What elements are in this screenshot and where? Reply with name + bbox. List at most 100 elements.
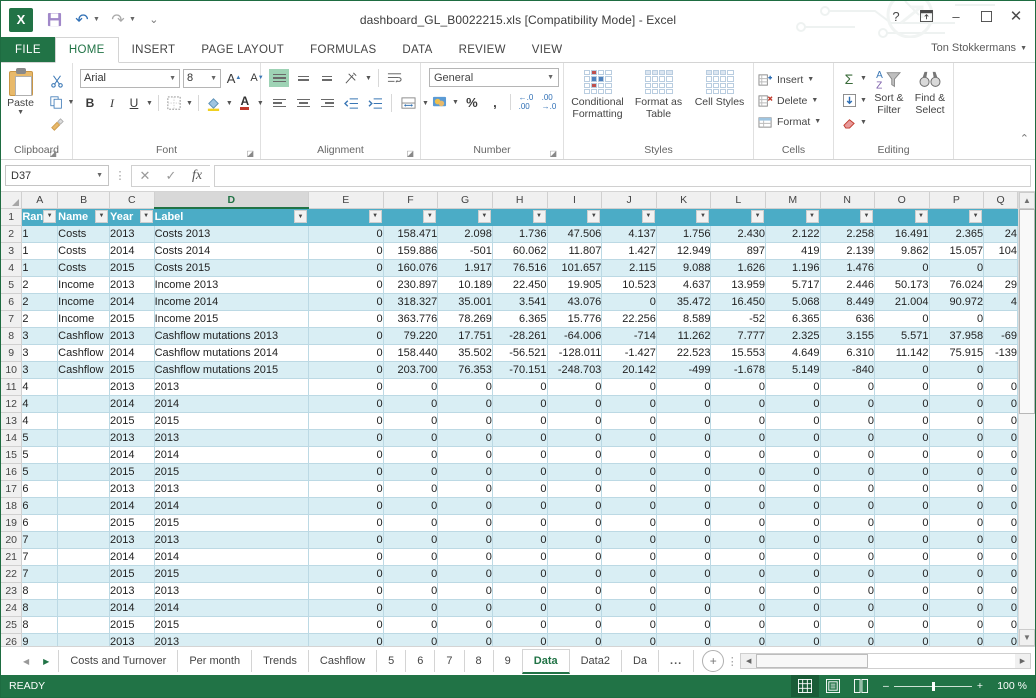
- table-cell[interactable]: 0: [601, 531, 657, 549]
- conditional-formatting-button[interactable]: Conditional Formatting: [568, 70, 627, 120]
- filter-dropdown-icon[interactable]: ▼: [914, 209, 928, 223]
- align-center-button[interactable]: [293, 94, 313, 112]
- table-cell[interactable]: 2013: [154, 531, 309, 549]
- table-cell[interactable]: 76.353: [437, 361, 493, 379]
- name-box[interactable]: D37 ▼: [5, 165, 109, 186]
- table-cell[interactable]: 3: [21, 344, 59, 362]
- table-cell[interactable]: 2013: [154, 582, 309, 600]
- table-cell[interactable]: 3: [21, 361, 59, 379]
- table-cell[interactable]: 0: [308, 276, 384, 294]
- table-cell[interactable]: 5: [21, 463, 59, 481]
- table-header-cell[interactable]: ▼: [601, 208, 657, 226]
- table-cell[interactable]: 16.491: [874, 225, 930, 243]
- table-cell[interactable]: 0: [547, 429, 603, 447]
- row-header-5[interactable]: 5: [1, 276, 23, 294]
- table-cell[interactable]: 0: [601, 548, 657, 566]
- row-header-1[interactable]: 1: [1, 208, 23, 226]
- table-cell[interactable]: Cashflow mutations 2014: [154, 344, 309, 362]
- table-cell[interactable]: 0: [820, 429, 875, 447]
- table-cell[interactable]: 0: [437, 582, 493, 600]
- paste-button[interactable]: Paste ▼: [0, 68, 43, 116]
- table-cell[interactable]: 0: [710, 480, 767, 498]
- table-cell[interactable]: 2: [21, 310, 59, 328]
- table-cell[interactable]: 0: [383, 633, 439, 646]
- table-cell[interactable]: 0: [765, 616, 821, 634]
- spreadsheet-table[interactable]: ABCDEFGHIJKLMNOPQ 1 Rank ▼ Name ▼ Year ▼ Label ▼…: [1, 192, 1018, 646]
- table-cell[interactable]: 0: [437, 480, 493, 498]
- table-cell[interactable]: 0: [656, 531, 712, 549]
- table-cell[interactable]: 203.700: [383, 361, 439, 379]
- account-dropdown-icon[interactable]: ▼: [1020, 45, 1027, 52]
- table-cell[interactable]: 0: [308, 327, 384, 345]
- table-cell[interactable]: 0: [383, 531, 439, 549]
- filter-dropdown-icon[interactable]: ▼: [587, 209, 601, 223]
- table-cell[interactable]: 0: [308, 259, 384, 277]
- ribbon-tab-home[interactable]: HOME: [54, 37, 119, 63]
- table-cell[interactable]: 0: [437, 565, 493, 583]
- column-header-d[interactable]: D: [154, 192, 309, 209]
- table-cell[interactable]: 0: [710, 514, 767, 532]
- table-cell[interactable]: 2014: [109, 242, 155, 260]
- table-cell[interactable]: [983, 310, 1018, 328]
- table-cell[interactable]: 230.897: [383, 276, 439, 294]
- table-cell[interactable]: 0: [874, 446, 930, 464]
- table-cell[interactable]: 2013: [154, 429, 309, 447]
- table-cell[interactable]: 0: [308, 463, 384, 481]
- table-cell[interactable]: Cashflow mutations 2015: [154, 361, 309, 379]
- table-row[interactable]: 2 1 Costs 2013 Costs 2013 0 158.471 2.098 1.736 4…: [1, 225, 1018, 243]
- window-controls[interactable]: ? – ✕: [881, 3, 1031, 29]
- zoom-out-button[interactable]: –: [883, 680, 889, 692]
- autosum-dropdown-icon[interactable]: ▼: [860, 75, 867, 82]
- insert-cells-button[interactable]: Insert ▼: [758, 69, 814, 90]
- table-cell[interactable]: 0: [383, 548, 439, 566]
- table-cell[interactable]: 0: [710, 429, 767, 447]
- table-cell[interactable]: [57, 514, 111, 532]
- table-cell[interactable]: 0: [874, 599, 930, 617]
- vertical-scroll-track[interactable]: [1019, 209, 1035, 629]
- table-cell[interactable]: 37.958: [929, 327, 985, 345]
- table-cell[interactable]: Cashflow mutations 2013: [154, 327, 309, 345]
- table-cell[interactable]: -69: [983, 327, 1018, 345]
- table-cell[interactable]: 19.905: [547, 276, 603, 294]
- table-cell[interactable]: 0: [308, 531, 384, 549]
- table-cell[interactable]: 2013: [109, 633, 155, 646]
- borders-dropdown-icon[interactable]: ▼: [186, 100, 193, 107]
- table-cell[interactable]: 0: [929, 565, 985, 583]
- sheet-tab-trends[interactable]: Trends: [251, 650, 309, 672]
- table-cell[interactable]: 0: [308, 616, 384, 634]
- table-cell[interactable]: 0: [820, 480, 875, 498]
- table-cell[interactable]: 0: [308, 480, 384, 498]
- table-cell[interactable]: 0: [765, 531, 821, 549]
- filter-dropdown-icon[interactable]: ▼: [423, 209, 437, 223]
- table-cell[interactable]: 0: [656, 378, 712, 396]
- table-cell[interactable]: 0: [710, 395, 767, 413]
- enter-icon[interactable]: ✓: [158, 165, 184, 187]
- table-cell[interactable]: 0: [765, 446, 821, 464]
- table-cell[interactable]: 4.137: [601, 225, 657, 243]
- table-cell[interactable]: Income 2014: [154, 293, 309, 311]
- column-header-p[interactable]: P: [929, 192, 985, 209]
- row-header-19[interactable]: 19: [1, 514, 23, 532]
- table-cell[interactable]: 60.062: [492, 242, 548, 260]
- table-cell[interactable]: 2015: [154, 412, 309, 430]
- sheet-tab-5[interactable]: 5: [376, 650, 407, 672]
- row-header-26[interactable]: 26: [1, 633, 23, 646]
- alignment-dialog-launcher-icon[interactable]: ◪: [406, 149, 414, 158]
- table-header-cell[interactable]: ▼: [874, 208, 930, 226]
- row-header-6[interactable]: 6: [1, 293, 23, 311]
- table-cell[interactable]: 0: [492, 616, 548, 634]
- table-cell[interactable]: 2013: [109, 327, 155, 345]
- name-box-dropdown-icon[interactable]: ▼: [96, 172, 103, 179]
- table-cell[interactable]: 0: [874, 616, 930, 634]
- table-cell[interactable]: 2014: [154, 395, 309, 413]
- table-cell[interactable]: 0: [710, 616, 767, 634]
- table-row[interactable]: 24 8 2014 2014 0 0 0 0 0 0 0 0 0 0 0 0 0: [1, 599, 1018, 617]
- table-cell[interactable]: 6.365: [765, 310, 821, 328]
- table-cell[interactable]: 0: [601, 293, 657, 311]
- table-cell[interactable]: 0: [437, 548, 493, 566]
- table-cell[interactable]: 101.657: [547, 259, 603, 277]
- table-cell[interactable]: Income 2015: [154, 310, 309, 328]
- collapse-ribbon-icon[interactable]: ⌃: [1020, 132, 1029, 145]
- table-cell[interactable]: 0: [710, 599, 767, 617]
- table-cell[interactable]: [57, 463, 111, 481]
